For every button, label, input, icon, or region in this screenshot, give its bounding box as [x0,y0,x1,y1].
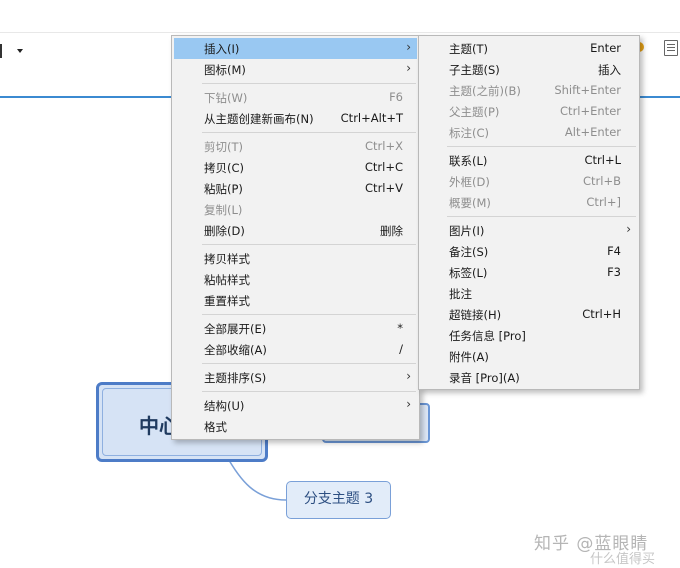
submenu-item-label[interactable]: 标签(L) F3 [421,262,637,283]
submenu-item-parent-topic: 父主题(P) Ctrl+Enter [449,104,621,119]
subtopic-3[interactable]: 分支主题 3 [286,481,391,519]
submenu-item-subtopic[interactable]: 子主题(S) 插入 [421,59,637,80]
submenu-item-hyperlink[interactable]: 超链接(H) Ctrl+H [421,304,637,325]
menu-item-format[interactable]: 格式 [174,416,417,437]
menu-item-paste[interactable]: 粘贴(P) Ctrl+V [174,178,417,199]
menu-item-paste-style[interactable]: 粘帖样式 [174,269,417,290]
menu-item-new-sheet-from-topic[interactable]: 从主题创建新画布(N) Ctrl+Alt+T [174,108,417,129]
chevron-down-icon[interactable] [17,49,23,53]
submenu-item-task-info[interactable]: 任务信息 [Pro] [421,325,637,346]
submenu-item-attachment[interactable]: 附件(A) [421,346,637,367]
menu-separator [447,146,636,147]
context-menu: 插入(I) › 图标(M) › 下钻(W) F6 从主题创建新画布(N) Ctr… [171,35,420,440]
menu-separator [202,314,416,315]
chevron-right-icon: › [406,397,411,411]
submenu-item-topic-before: 主题(之前)(B) Shift+Enter [449,83,621,98]
submenu-item-notes[interactable]: 备注(S) F4 [421,241,637,262]
menu-item-copy-style[interactable]: 拷贝样式 [174,248,417,269]
menu-item-drill-down: 下钻(W) F6 [204,90,403,105]
toolbar [0,0,680,33]
menu-separator [202,132,416,133]
chevron-right-icon: › [406,40,411,54]
menu-separator [202,391,416,392]
chevron-right-icon: › [406,369,411,383]
chevron-right-icon: › [626,222,631,236]
menu-separator [447,216,636,217]
menu-item-insert[interactable]: 插入(I) › [174,38,417,59]
menu-item-sort-topics[interactable]: 主题排序(S) › [174,367,417,388]
menu-item-cut: 剪切(T) Ctrl+X [204,139,403,154]
menu-separator [202,83,416,84]
menu-separator [202,363,416,364]
submenu-item-boundary: 外框(D) Ctrl+B [449,174,621,189]
document-icon[interactable] [664,40,678,56]
insert-submenu: 主题(T) Enter 子主题(S) 插入 主题(之前)(B) Shift+En… [418,35,640,390]
submenu-item-audio-note[interactable]: 录音 [Pro](A) [421,367,637,388]
toolbar-partial-icon [0,44,4,58]
submenu-item-image[interactable]: 图片(I) › [421,220,637,241]
submenu-item-relationship[interactable]: 联系(L) Ctrl+L [421,150,637,171]
menu-item-structure[interactable]: 结构(U) › [174,395,417,416]
menu-item-icon[interactable]: 图标(M) › [174,59,417,80]
submenu-item-callout: 标注(C) Alt+Enter [449,125,621,140]
menu-item-copy[interactable]: 拷贝(C) Ctrl+C [174,157,417,178]
menu-item-reset-style[interactable]: 重置样式 [174,290,417,311]
submenu-item-comment[interactable]: 批注 [421,283,637,304]
submenu-item-topic[interactable]: 主题(T) Enter [421,38,637,59]
menu-item-duplicate: 复制(L) [204,203,243,217]
menu-item-collapse-all[interactable]: 全部收缩(A) / [174,339,417,360]
menu-item-expand-all[interactable]: 全部展开(E) * [174,318,417,339]
menu-item-delete[interactable]: 删除(D) 删除 [174,220,417,241]
menu-separator [202,244,416,245]
submenu-item-summary: 概要(M) Ctrl+] [449,195,621,210]
chevron-right-icon: › [406,61,411,75]
watermark-secondary: 什么值得买 [590,552,656,567]
